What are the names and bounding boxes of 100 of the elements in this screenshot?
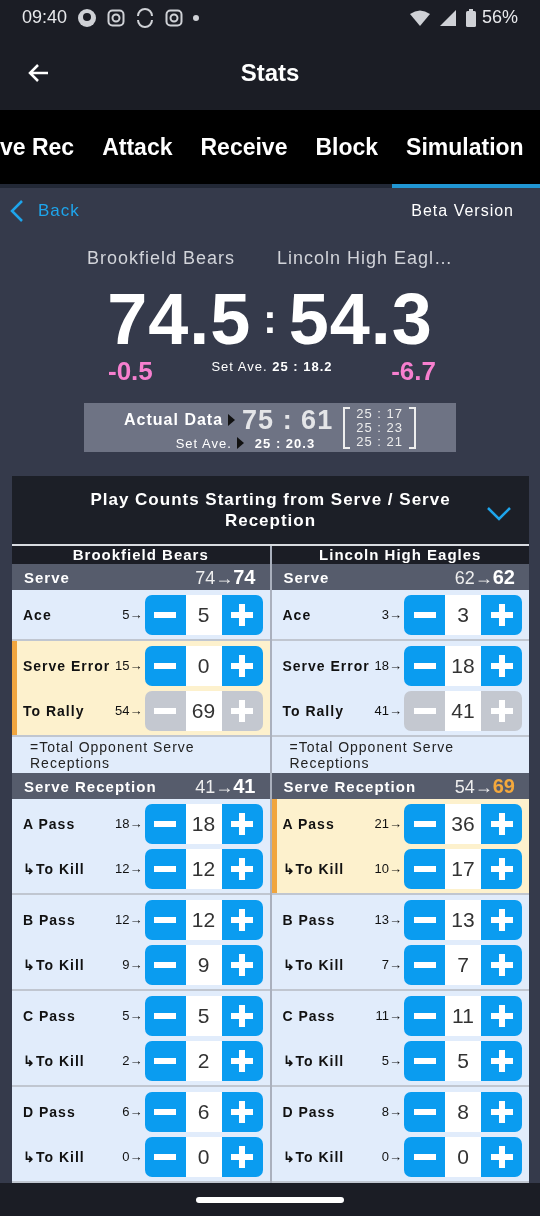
- stat-label: D Pass: [23, 1103, 76, 1120]
- panel-title: Play Counts Starting from Serve / Serve Reception: [89, 489, 452, 531]
- new-total: 69: [492, 774, 515, 798]
- previous-count: 18→: [114, 816, 144, 831]
- increment-button[interactable]: [481, 803, 522, 844]
- decrement-button[interactable]: [404, 848, 445, 889]
- tab[interactable]: Simulation: [392, 110, 540, 188]
- increment-button[interactable]: [221, 848, 263, 889]
- increment-button[interactable]: [221, 645, 263, 686]
- count-value: 13: [445, 899, 481, 940]
- tab[interactable]: Attack: [88, 110, 187, 188]
- minus-icon: [413, 865, 436, 872]
- increment-button[interactable]: [481, 995, 522, 1036]
- count-value: 8: [445, 1091, 481, 1132]
- decrement-button[interactable]: [404, 645, 445, 686]
- decrement-button[interactable]: [404, 803, 445, 844]
- decrement-button[interactable]: [144, 1136, 186, 1177]
- plus-icon: [231, 603, 253, 626]
- decrement-button[interactable]: [404, 995, 445, 1036]
- tab[interactable]: Block: [301, 110, 393, 188]
- minus-icon: [413, 611, 436, 618]
- increment-button[interactable]: [481, 1136, 522, 1177]
- plus-icon: [490, 654, 513, 677]
- minus-icon: [413, 1153, 436, 1160]
- back-link[interactable]: Back: [10, 199, 80, 223]
- set-score: 25 : 17: [356, 406, 403, 421]
- increment-button[interactable]: [481, 1091, 522, 1132]
- play-icon: [228, 414, 236, 426]
- decrement-button[interactable]: [144, 594, 186, 635]
- previous-count: 12→: [114, 912, 144, 927]
- circular-arrows-icon: [135, 7, 156, 28]
- plus-icon: [490, 1049, 513, 1072]
- previous-count: 3→: [380, 607, 403, 622]
- decrement-button[interactable]: [404, 1040, 445, 1081]
- section-title: Serve: [24, 568, 70, 586]
- decrement-button[interactable]: [144, 645, 186, 686]
- decrement-button[interactable]: [404, 1091, 445, 1132]
- increment-button[interactable]: [221, 995, 263, 1036]
- increment-button[interactable]: [221, 1040, 263, 1081]
- section-title: Serve Reception: [24, 777, 157, 795]
- increment-button[interactable]: [221, 1136, 263, 1177]
- increment-button[interactable]: [221, 899, 263, 940]
- decrement-button[interactable]: [144, 995, 186, 1036]
- count-value: 0: [185, 1136, 222, 1177]
- team-header: Brookfield Bears: [12, 546, 270, 564]
- decrement-button[interactable]: [144, 848, 186, 889]
- set-average-label: Set Ave.: [175, 435, 232, 451]
- stat-label: D Pass: [282, 1103, 336, 1120]
- decrement-button[interactable]: [144, 1091, 186, 1132]
- signal-icon: [439, 9, 456, 26]
- count-value: 69: [185, 690, 222, 731]
- increment-button[interactable]: [481, 594, 522, 635]
- increment-button[interactable]: [221, 803, 263, 844]
- decrement-button[interactable]: [404, 944, 445, 985]
- count-value: 12: [185, 899, 222, 940]
- section-title: Serve: [283, 568, 330, 586]
- increment-button[interactable]: [481, 944, 522, 985]
- previous-count: 6→: [121, 1104, 144, 1119]
- count-value: 12: [185, 848, 222, 889]
- team-name: Brookfield Bears: [86, 248, 235, 269]
- set-average: Set Ave. 25 : 18.2: [211, 359, 333, 374]
- set-average-value: 25 : 20.3: [254, 435, 316, 451]
- decrement-button[interactable]: [404, 899, 445, 940]
- decrement-button[interactable]: [144, 899, 186, 940]
- decrement-button[interactable]: [404, 1136, 445, 1177]
- bracket: [343, 406, 351, 449]
- increment-button[interactable]: [481, 899, 522, 940]
- stat-label: A Pass: [23, 815, 76, 832]
- bracket: [408, 406, 416, 449]
- actual-data-label: Actual Data: [124, 411, 224, 429]
- notification-icon: [77, 7, 98, 28]
- tab[interactable]: ve Rec: [0, 110, 89, 188]
- stat-label: A Pass: [282, 815, 335, 832]
- increment-button[interactable]: [481, 848, 522, 889]
- minus-icon: [154, 1012, 176, 1019]
- decrement-button[interactable]: [144, 1040, 186, 1081]
- minus-icon: [413, 1012, 436, 1019]
- decrement-button[interactable]: [144, 944, 186, 985]
- increment-button[interactable]: [481, 1040, 522, 1081]
- stat-label: ↳To Kill: [282, 860, 345, 877]
- minus-icon: [154, 1057, 176, 1064]
- increment-button[interactable]: [481, 645, 522, 686]
- previous-total: 74→: [195, 567, 234, 589]
- panel-header[interactable]: Play Counts Starting from Serve / Serve Reception: [12, 476, 529, 544]
- decrement-button[interactable]: [404, 594, 445, 635]
- plus-icon: [490, 812, 513, 835]
- home-indicator[interactable]: [196, 1196, 344, 1203]
- set-score: 25 : 21: [356, 434, 403, 449]
- increment-button[interactable]: [221, 594, 263, 635]
- increment-button[interactable]: [221, 944, 263, 985]
- stat-label: ↳To Kill: [23, 1148, 85, 1165]
- increment-button[interactable]: [221, 1091, 263, 1132]
- previous-count: 18→: [373, 658, 403, 673]
- previous-count: 2→: [121, 1053, 144, 1068]
- tab[interactable]: Receive: [186, 110, 302, 188]
- minus-icon: [413, 961, 436, 968]
- minus-icon: [154, 916, 176, 923]
- stat-label: Ace: [282, 606, 312, 623]
- stat-label: ↳To Kill: [282, 1148, 345, 1165]
- decrement-button[interactable]: [144, 803, 186, 844]
